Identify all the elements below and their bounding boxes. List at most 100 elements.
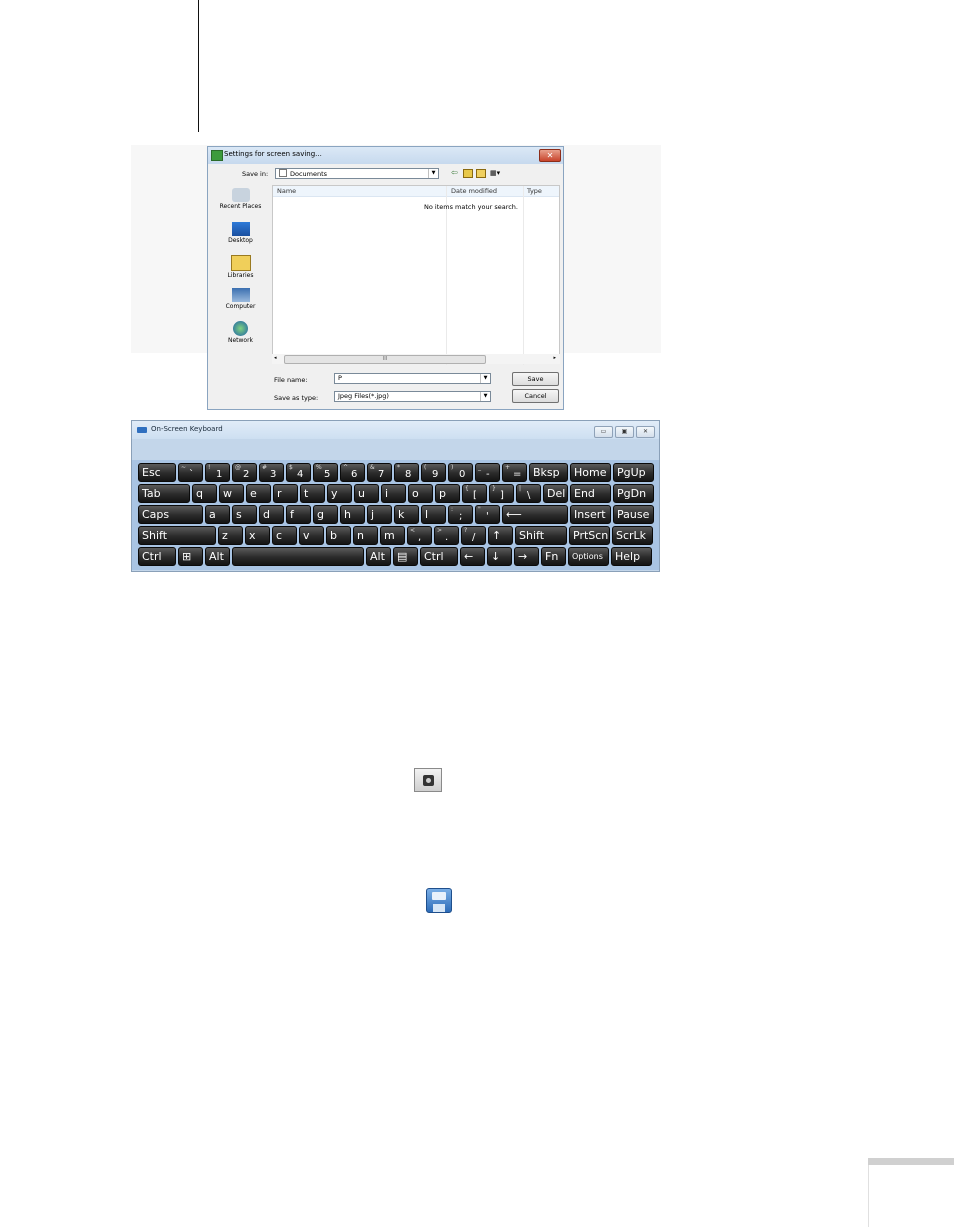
close-button[interactable]: ✕	[636, 426, 655, 438]
key-j[interactable]: j	[367, 505, 392, 524]
key-p[interactable]: p	[435, 484, 460, 503]
key-insert[interactable]: Insert	[570, 505, 611, 524]
key-1[interactable]: ! 1	[205, 463, 230, 482]
file-name-field[interactable]: P ▼	[334, 373, 491, 384]
key[interactable]: →	[514, 547, 539, 566]
key-o[interactable]: o	[408, 484, 433, 503]
key-t[interactable]: t	[300, 484, 325, 503]
column-date-modified[interactable]: Date modified	[451, 186, 497, 196]
key-n[interactable]: n	[353, 526, 378, 545]
cancel-button[interactable]: Cancel	[512, 389, 559, 403]
scroll-thumb[interactable]: III	[284, 355, 486, 364]
key-7[interactable]: & 7	[367, 463, 392, 482]
key-6[interactable]: ^ 6	[340, 463, 365, 482]
key-m[interactable]: m	[380, 526, 405, 545]
key-b[interactable]: b	[326, 526, 351, 545]
key[interactable]: ▤	[393, 547, 418, 566]
key[interactable]: ←	[460, 547, 485, 566]
new-folder-icon[interactable]	[476, 169, 486, 178]
key[interactable]: ↓	[487, 547, 512, 566]
key-pgup[interactable]: PgUp	[613, 463, 654, 482]
key[interactable]: ~ `	[178, 463, 203, 482]
key[interactable]: ⟵	[502, 505, 568, 524]
back-arrow-icon[interactable]: ⇦	[451, 168, 458, 178]
key-ctrl[interactable]: Ctrl	[138, 547, 176, 566]
key-2[interactable]: @2	[232, 463, 257, 482]
key-4[interactable]: $4	[286, 463, 311, 482]
column-name[interactable]: Name	[277, 186, 296, 196]
view-menu-icon[interactable]: ▦▾	[490, 168, 500, 178]
key-x[interactable]: x	[245, 526, 270, 545]
place-recent[interactable]: Recent Places	[213, 188, 268, 210]
place-libraries[interactable]: Libraries	[213, 255, 268, 279]
key-home[interactable]: Home	[570, 463, 611, 482]
place-network[interactable]: Network	[213, 321, 268, 344]
key-u[interactable]: u	[354, 484, 379, 503]
key-help[interactable]: Help	[611, 547, 652, 566]
key-g[interactable]: g	[313, 505, 338, 524]
key-9[interactable]: (9	[421, 463, 446, 482]
key-h[interactable]: h	[340, 505, 365, 524]
key-v[interactable]: v	[299, 526, 324, 545]
place-desktop[interactable]: Desktop	[213, 222, 268, 244]
close-button[interactable]: ✕	[539, 149, 561, 162]
place-computer[interactable]: Computer	[213, 288, 268, 310]
key-end[interactable]: End	[570, 484, 611, 503]
key-alt[interactable]: Alt	[205, 547, 230, 566]
key-options[interactable]: Options	[568, 547, 609, 566]
minimize-button[interactable]: ▭	[594, 426, 613, 438]
key[interactable]: {[	[462, 484, 487, 503]
key-del[interactable]: Del	[543, 484, 568, 503]
key[interactable]: :;	[448, 505, 473, 524]
key[interactable]: <,	[407, 526, 432, 545]
key-pause[interactable]: Pause	[613, 505, 654, 524]
key-caps[interactable]: Caps	[138, 505, 203, 524]
key-r[interactable]: r	[273, 484, 298, 503]
key-z[interactable]: z	[218, 526, 243, 545]
key[interactable]: ↑	[488, 526, 513, 545]
key-shift[interactable]: Shift	[515, 526, 567, 545]
key-ctrl[interactable]: Ctrl	[420, 547, 458, 566]
key-w[interactable]: w	[219, 484, 244, 503]
key-s[interactable]: s	[232, 505, 257, 524]
key[interactable]: " '	[475, 505, 500, 524]
key-bksp[interactable]: Bksp	[529, 463, 568, 482]
key-pgdn[interactable]: PgDn	[613, 484, 654, 503]
key[interactable]: | \	[516, 484, 541, 503]
up-folder-icon[interactable]	[463, 169, 473, 178]
key-0[interactable]: ) 0	[448, 463, 473, 482]
key-l[interactable]: l	[421, 505, 446, 524]
key-prtscn[interactable]: PrtScn	[569, 526, 610, 545]
key-8[interactable]: * 8	[394, 463, 419, 482]
key-shift[interactable]: Shift	[138, 526, 216, 545]
scroll-right-icon[interactable]: ▸	[553, 355, 556, 361]
scroll-left-icon[interactable]: ◂	[274, 355, 277, 361]
file-list[interactable]: Name Date modified Type No items match y…	[272, 185, 560, 365]
maximize-button[interactable]: ▣	[615, 426, 634, 438]
key-q[interactable]: q	[192, 484, 217, 503]
key-d[interactable]: d	[259, 505, 284, 524]
key-alt[interactable]: Alt	[366, 547, 391, 566]
key-esc[interactable]: Esc	[138, 463, 176, 482]
column-type[interactable]: Type	[527, 186, 542, 196]
key-k[interactable]: k	[394, 505, 419, 524]
key[interactable]: }]	[489, 484, 514, 503]
key-f[interactable]: f	[286, 505, 311, 524]
key-y[interactable]: y	[327, 484, 352, 503]
key-i[interactable]: i	[381, 484, 406, 503]
key-scrlk[interactable]: ScrLk	[612, 526, 653, 545]
key-5[interactable]: % 5	[313, 463, 338, 482]
key[interactable]: >.	[434, 526, 459, 545]
key-space[interactable]	[232, 547, 364, 566]
save-in-select[interactable]: Documents ▼	[275, 168, 439, 179]
key[interactable]: + =	[502, 463, 527, 482]
save-type-select[interactable]: Jpeg Files(*.jpg) ▼	[334, 391, 491, 402]
key[interactable]: _ -	[475, 463, 500, 482]
horizontal-scrollbar[interactable]: ◂ III ▸	[272, 354, 560, 364]
key-a[interactable]: a	[205, 505, 230, 524]
key[interactable]: ? /	[461, 526, 486, 545]
key-e[interactable]: e	[246, 484, 271, 503]
save-button[interactable]: Save	[512, 372, 559, 386]
key[interactable]: ⊞	[178, 547, 203, 566]
key-c[interactable]: c	[272, 526, 297, 545]
